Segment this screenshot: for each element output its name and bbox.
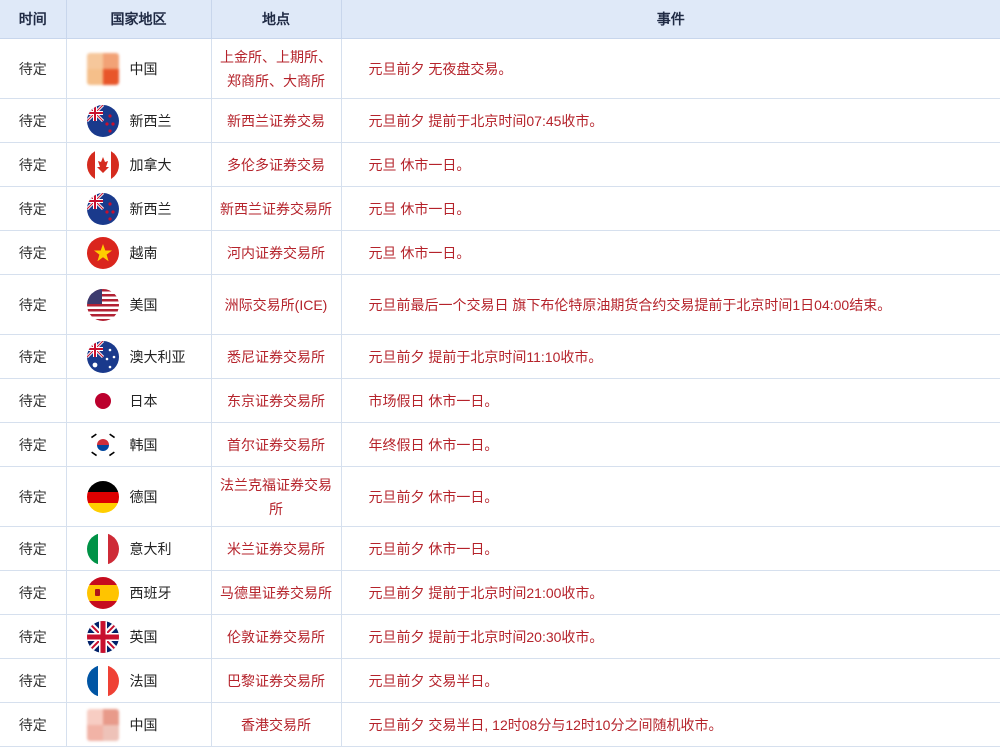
time-cell: 待定 xyxy=(0,466,67,527)
time-cell: 待定 xyxy=(0,378,67,423)
place-cell: 悉尼证券交易所 xyxy=(211,334,342,379)
table-row[interactable]: 待定 中国 香港交易所 元旦前夕 交易半日, 12时08分与12时10分之间随机… xyxy=(0,702,1000,747)
event-cell: 元旦前最后一个交易日 旗下布伦特原油期货合约交易提前于北京时间1日04:00结束… xyxy=(341,274,1000,335)
event-cell: 元旦 休市一日。 xyxy=(341,186,1000,231)
event-cell: 元旦前夕 无夜盘交易。 xyxy=(341,38,1000,99)
place-cell: 新西兰证券交易 xyxy=(211,98,342,143)
country-name: 澳大利亚 xyxy=(129,348,186,365)
header-place[interactable]: 地点 xyxy=(211,0,342,39)
australia-flag-icon xyxy=(86,340,119,373)
time-cell: 待定 xyxy=(0,230,67,275)
france-flag-icon xyxy=(86,664,119,697)
time-cell: 待定 xyxy=(0,274,67,335)
event-cell: 元旦前夕 提前于北京时间07:45收市。 xyxy=(341,98,1000,143)
china-flag-icon-blurred xyxy=(86,52,119,85)
country-name: 韩国 xyxy=(129,436,158,453)
event-cell: 市场假日 休市一日。 xyxy=(341,378,1000,423)
country-name: 新西兰 xyxy=(129,200,172,217)
new-zealand-flag-icon xyxy=(86,192,119,225)
place-cell: 新西兰证券交易所 xyxy=(211,186,342,231)
event-cell: 元旦前夕 休市一日。 xyxy=(341,466,1000,527)
table-row[interactable]: 待定 新西兰 新西兰证券交易 元旦前夕 提前于北京时间07:45收市。 xyxy=(0,98,1000,143)
table-row[interactable]: 待定 英国 伦敦证券交易所 元旦前夕 提前于北京时间20:30收市。 xyxy=(0,614,1000,659)
place-cell: 巴黎证券交易所 xyxy=(211,658,342,703)
table-row[interactable]: 待定 美国 洲际交易所(ICE) 元旦前最后一个交易日 旗下布伦特原油期货合约交… xyxy=(0,274,1000,335)
table-row[interactable]: 待定 越南 河内证券交易所 元旦 休市一日。 xyxy=(0,230,1000,275)
time-cell: 待定 xyxy=(0,334,67,379)
place-cell: 洲际交易所(ICE) xyxy=(211,274,342,335)
table-row[interactable]: 待定 韩国 首尔证券交易所 年终假日 休市一日。 xyxy=(0,422,1000,467)
country-name: 加拿大 xyxy=(129,156,172,173)
japan-flag-icon xyxy=(86,384,119,417)
china-flag-icon-blurred xyxy=(86,708,119,741)
time-cell: 待定 xyxy=(0,570,67,615)
country-name: 越南 xyxy=(129,244,158,261)
table-row[interactable]: 待定 法国 巴黎证券交易所 元旦前夕 交易半日。 xyxy=(0,658,1000,703)
time-cell: 待定 xyxy=(0,98,67,143)
table-row[interactable]: 待定 日本 东京证券交易所 市场假日 休市一日。 xyxy=(0,378,1000,423)
new-zealand-flag-icon xyxy=(86,104,119,137)
event-cell: 元旦前夕 提前于北京时间11:10收市。 xyxy=(341,334,1000,379)
place-cell: 米兰证券交易所 xyxy=(211,526,342,571)
country-name: 日本 xyxy=(129,392,158,409)
table-row[interactable]: 待定 意大利 米兰证券交易所 元旦前夕 休市一日。 xyxy=(0,526,1000,571)
event-cell: 元旦前夕 提前于北京时间20:30收市。 xyxy=(341,614,1000,659)
table-row[interactable]: 待定 德国 法兰克福证券交易所 元旦前夕 休市一日。 xyxy=(0,466,1000,527)
table-row[interactable]: 待定 中国 上金所、上期所、郑商所、大商所 元旦前夕 无夜盘交易。 xyxy=(0,38,1000,99)
country-name: 德国 xyxy=(129,488,158,505)
place-cell: 多伦多证券交易 xyxy=(211,142,342,187)
country-name: 中国 xyxy=(129,60,158,77)
place-cell: 河内证券交易所 xyxy=(211,230,342,275)
place-cell: 上金所、上期所、郑商所、大商所 xyxy=(211,38,342,99)
korea-flag-icon xyxy=(86,428,119,461)
table-row[interactable]: 待定 西班牙 马德里证券交易所 元旦前夕 提前于北京时间21:00收市。 xyxy=(0,570,1000,615)
place-cell: 香港交易所 xyxy=(211,702,342,747)
header-country[interactable]: 国家地区 xyxy=(66,0,212,39)
event-cell: 元旦前夕 交易半日。 xyxy=(341,658,1000,703)
event-cell: 元旦前夕 休市一日。 xyxy=(341,526,1000,571)
canada-flag-icon xyxy=(86,148,119,181)
table-row[interactable]: 待定 加拿大 多伦多证券交易 元旦 休市一日。 xyxy=(0,142,1000,187)
event-cell: 年终假日 休市一日。 xyxy=(341,422,1000,467)
place-cell: 伦敦证券交易所 xyxy=(211,614,342,659)
event-cell: 元旦前夕 交易半日, 12时08分与12时10分之间随机收市。 xyxy=(341,702,1000,747)
time-cell: 待定 xyxy=(0,614,67,659)
country-name: 新西兰 xyxy=(129,112,172,129)
country-name: 西班牙 xyxy=(129,584,172,601)
event-cell: 元旦前夕 提前于北京时间21:00收市。 xyxy=(341,570,1000,615)
place-cell: 首尔证券交易所 xyxy=(211,422,342,467)
spain-flag-icon xyxy=(86,576,119,609)
time-cell: 待定 xyxy=(0,38,67,99)
table-row[interactable]: 待定 澳大利亚 悉尼证券交易所 元旦前夕 提前于北京时间11:10收市。 xyxy=(0,334,1000,379)
event-cell: 元旦 休市一日。 xyxy=(341,142,1000,187)
country-name: 英国 xyxy=(129,628,158,645)
uk-flag-icon xyxy=(86,620,119,653)
place-cell: 马德里证券交易所 xyxy=(211,570,342,615)
table-row[interactable]: 待定 新西兰 新西兰证券交易所 元旦 休市一日。 xyxy=(0,186,1000,231)
place-cell: 法兰克福证券交易所 xyxy=(211,466,342,527)
country-name: 美国 xyxy=(129,296,158,313)
place-cell: 东京证券交易所 xyxy=(211,378,342,423)
usa-flag-icon xyxy=(86,288,119,321)
header-time[interactable]: 时间 xyxy=(0,0,67,39)
event-cell: 元旦 休市一日。 xyxy=(341,230,1000,275)
holiday-schedule-table: 时间 国家地区 地点 事件 待定 中国 上金所、上期所、郑商所、大商所 元旦前夕… xyxy=(0,0,1000,747)
header-event[interactable]: 事件 xyxy=(341,0,1000,39)
time-cell: 待定 xyxy=(0,422,67,467)
time-cell: 待定 xyxy=(0,658,67,703)
germany-flag-icon xyxy=(86,480,119,513)
country-name: 中国 xyxy=(129,716,158,733)
time-cell: 待定 xyxy=(0,702,67,747)
country-name: 法国 xyxy=(129,672,158,689)
time-cell: 待定 xyxy=(0,142,67,187)
table-header-row: 时间 国家地区 地点 事件 xyxy=(0,0,1000,39)
time-cell: 待定 xyxy=(0,186,67,231)
vietnam-flag-icon xyxy=(86,236,119,269)
time-cell: 待定 xyxy=(0,526,67,571)
country-name: 意大利 xyxy=(129,540,172,557)
italy-flag-icon xyxy=(86,532,119,565)
